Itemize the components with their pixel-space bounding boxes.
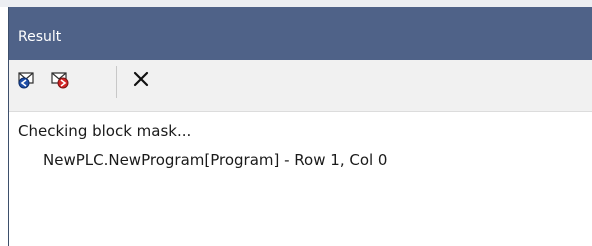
top-strip (0, 0, 592, 7)
previous-message-button[interactable] (15, 69, 39, 93)
panel-title: Result (18, 29, 62, 45)
clear-button[interactable] (129, 69, 153, 93)
result-window: Result Checking block mask... NewPLC.New… (0, 0, 592, 246)
clear-icon (130, 68, 152, 94)
result-line-location[interactable]: NewPLC.NewProgram[Program] - Row 1, Col … (43, 150, 387, 170)
next-message-icon (49, 68, 71, 94)
result-output[interactable]: Checking block mask... NewPLC.NewProgram… (9, 112, 592, 246)
result-toolbar (9, 60, 592, 112)
previous-message-icon (16, 68, 38, 94)
panel-title-bar: Result (9, 7, 592, 60)
result-line: Checking block mask... (18, 122, 192, 140)
next-message-button[interactable] (48, 69, 72, 93)
toolbar-separator (116, 66, 117, 98)
result-panel: Result Checking block mask... NewPLC.New… (8, 7, 592, 246)
